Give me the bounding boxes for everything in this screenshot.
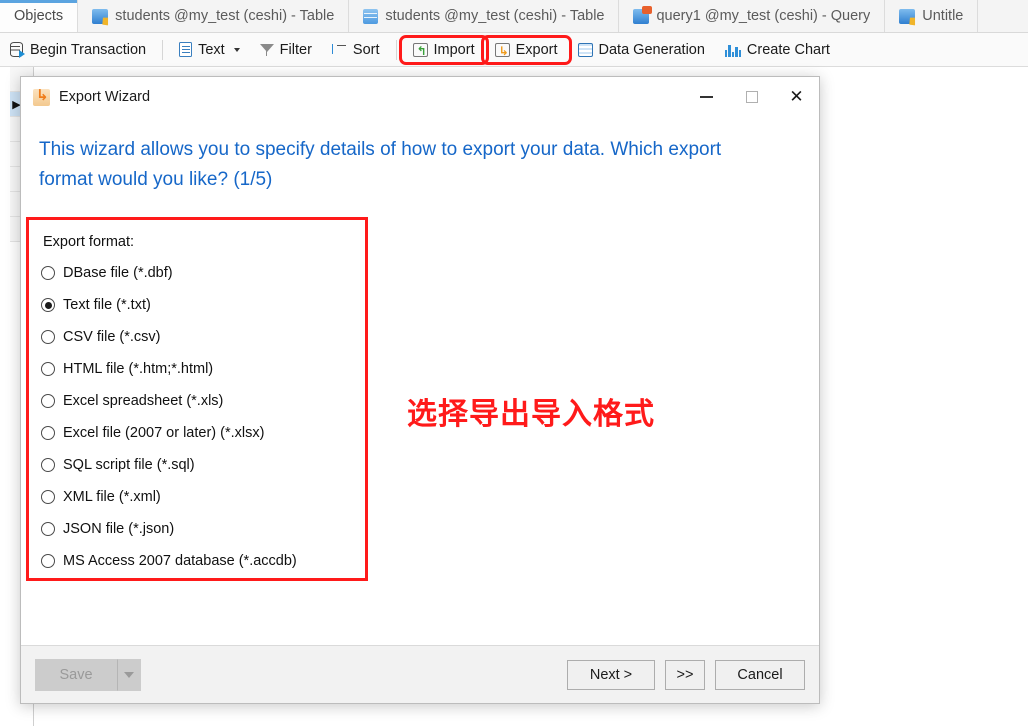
grid-left-margin — [0, 67, 10, 726]
radio-icon[interactable] — [41, 362, 55, 376]
chart-icon — [724, 43, 742, 57]
radio-label: XML file (*.xml) — [63, 489, 161, 505]
radio-option-xlsx[interactable]: Excel file (2007 or later) (*.xlsx) — [41, 417, 365, 449]
tab-objects[interactable]: Objects — [0, 0, 79, 32]
export-icon: ↳ — [494, 42, 510, 57]
table-pen-icon — [92, 8, 109, 24]
export-format-label: Export format: — [43, 234, 135, 250]
radio-icon[interactable] — [41, 490, 55, 504]
tab-students-table-2[interactable]: students @my_test (ceshi) - Table — [349, 0, 620, 32]
create-chart-label: Create Chart — [746, 41, 830, 58]
tab-label: students @my_test (ceshi) - Table — [115, 8, 335, 24]
sort-icon — [331, 43, 347, 57]
import-button[interactable]: ↰ Import — [398, 34, 489, 65]
begin-transaction-label: Begin Transaction — [30, 41, 147, 58]
radio-icon[interactable] — [41, 554, 55, 568]
begin-transaction-button[interactable]: Begin Transaction — [0, 39, 156, 61]
database-play-icon — [10, 42, 25, 58]
radio-option-sql[interactable]: SQL script file (*.sql) — [41, 449, 365, 481]
tab-query1[interactable]: query1 @my_test (ceshi) - Query — [619, 0, 886, 32]
save-split-button[interactable]: Save — [35, 658, 141, 691]
create-chart-button[interactable]: Create Chart — [715, 39, 840, 61]
data-generation-icon — [577, 42, 593, 57]
query-icon — [633, 5, 653, 24]
radio-label: DBase file (*.dbf) — [63, 265, 173, 281]
dialog-title-bar[interactable]: Export Wizard ✕ — [21, 77, 819, 117]
tab-students-table-1[interactable]: students @my_test (ceshi) - Table — [78, 0, 350, 32]
radio-option-json[interactable]: JSON file (*.json) — [41, 513, 365, 545]
tab-label: Objects — [14, 8, 64, 24]
radio-icon[interactable] — [41, 426, 55, 440]
filter-button[interactable]: Filter — [250, 39, 322, 61]
data-generation-label: Data Generation — [598, 41, 705, 58]
dialog-title: Export Wizard — [59, 89, 151, 105]
tab-label: students @my_test (ceshi) - Table — [385, 8, 605, 24]
radio-label: SQL script file (*.sql) — [63, 457, 195, 473]
tab-label: Untitle — [922, 8, 964, 24]
footer-actions: Next > >> Cancel — [567, 659, 805, 690]
chevron-down-icon[interactable] — [233, 47, 240, 52]
maximize-button[interactable] — [729, 77, 774, 117]
app-window: Objects students @my_test (ceshi) - Tabl… — [0, 0, 1028, 726]
annotation-format-cjk: 选择导出导入格式 — [407, 397, 655, 432]
radio-label: JSON file (*.json) — [63, 521, 175, 537]
import-label: Import — [433, 41, 475, 58]
radio-icon[interactable] — [41, 330, 55, 344]
radio-label: CSV file (*.csv) — [63, 329, 161, 345]
radio-icon[interactable] — [41, 266, 55, 280]
radio-icon[interactable] — [41, 394, 55, 408]
text-button[interactable]: Text — [169, 39, 250, 61]
funnel-icon — [259, 43, 274, 57]
export-wizard-icon — [33, 86, 50, 106]
import-icon: ↰ — [412, 42, 428, 57]
export-button[interactable]: ↳ Export — [480, 34, 572, 65]
table-icon — [363, 8, 379, 24]
cancel-button[interactable]: Cancel — [715, 659, 805, 690]
radio-option-xls[interactable]: Excel spreadsheet (*.xls) — [41, 385, 365, 417]
minimize-button[interactable] — [684, 77, 729, 117]
data-generation-button[interactable]: Data Generation — [568, 39, 715, 61]
table-pen-icon — [899, 8, 916, 24]
minimize-icon — [700, 96, 713, 98]
document-icon — [179, 42, 193, 57]
maximize-icon — [745, 91, 758, 103]
text-label: Text — [198, 41, 225, 58]
radio-icon[interactable] — [41, 458, 55, 472]
wizard-instruction: This wizard allows you to specify detail… — [39, 139, 722, 190]
radio-label: Excel file (2007 or later) (*.xlsx) — [63, 425, 265, 441]
radio-option-txt[interactable]: Text file (*.txt) — [41, 289, 365, 321]
filter-label: Filter — [279, 41, 312, 58]
export-format-group: Export format: DBase file (*.dbf) Text f… — [26, 217, 368, 581]
dialog-footer: Save Next > >> Cancel — [21, 645, 819, 703]
export-label: Export — [515, 41, 558, 58]
radio-option-html[interactable]: HTML file (*.htm;*.html) — [41, 353, 365, 385]
close-button[interactable]: ✕ — [774, 77, 819, 117]
tab-untitled[interactable]: Untitle — [885, 0, 979, 32]
next-button[interactable]: Next > — [567, 659, 655, 690]
radio-label: Excel spreadsheet (*.xls) — [63, 393, 224, 409]
toolbar-separator — [162, 39, 164, 60]
radio-option-accdb[interactable]: MS Access 2007 database (*.accdb) — [41, 545, 365, 577]
radio-label: Text file (*.txt) — [63, 297, 151, 313]
radio-option-xml[interactable]: XML file (*.xml) — [41, 481, 365, 513]
save-dropdown-button — [117, 658, 141, 691]
radio-icon-selected[interactable] — [41, 298, 55, 312]
close-icon: ✕ — [789, 86, 804, 107]
tab-bar: Objects students @my_test (ceshi) - Tabl… — [0, 0, 1028, 33]
save-button: Save — [35, 658, 117, 691]
sort-label: Sort — [352, 41, 380, 58]
window-controls: ✕ — [684, 77, 819, 117]
fast-forward-button[interactable]: >> — [665, 659, 705, 690]
radio-label: HTML file (*.htm;*.html) — [63, 361, 214, 377]
radio-icon[interactable] — [41, 522, 55, 536]
radio-option-csv[interactable]: CSV file (*.csv) — [41, 321, 365, 353]
toolbar: Begin Transaction Text Filter Sort ↰ Imp… — [0, 33, 1028, 67]
tab-label: query1 @my_test (ceshi) - Query — [656, 8, 871, 24]
radio-option-dbf[interactable]: DBase file (*.dbf) — [41, 257, 365, 289]
chevron-down-icon — [124, 671, 134, 678]
export-wizard-dialog: Export Wizard ✕ This wizard allows you t… — [20, 76, 820, 704]
toolbar-separator — [395, 39, 397, 60]
radio-label: MS Access 2007 database (*.accdb) — [63, 553, 297, 569]
sort-button[interactable]: Sort — [322, 39, 390, 61]
